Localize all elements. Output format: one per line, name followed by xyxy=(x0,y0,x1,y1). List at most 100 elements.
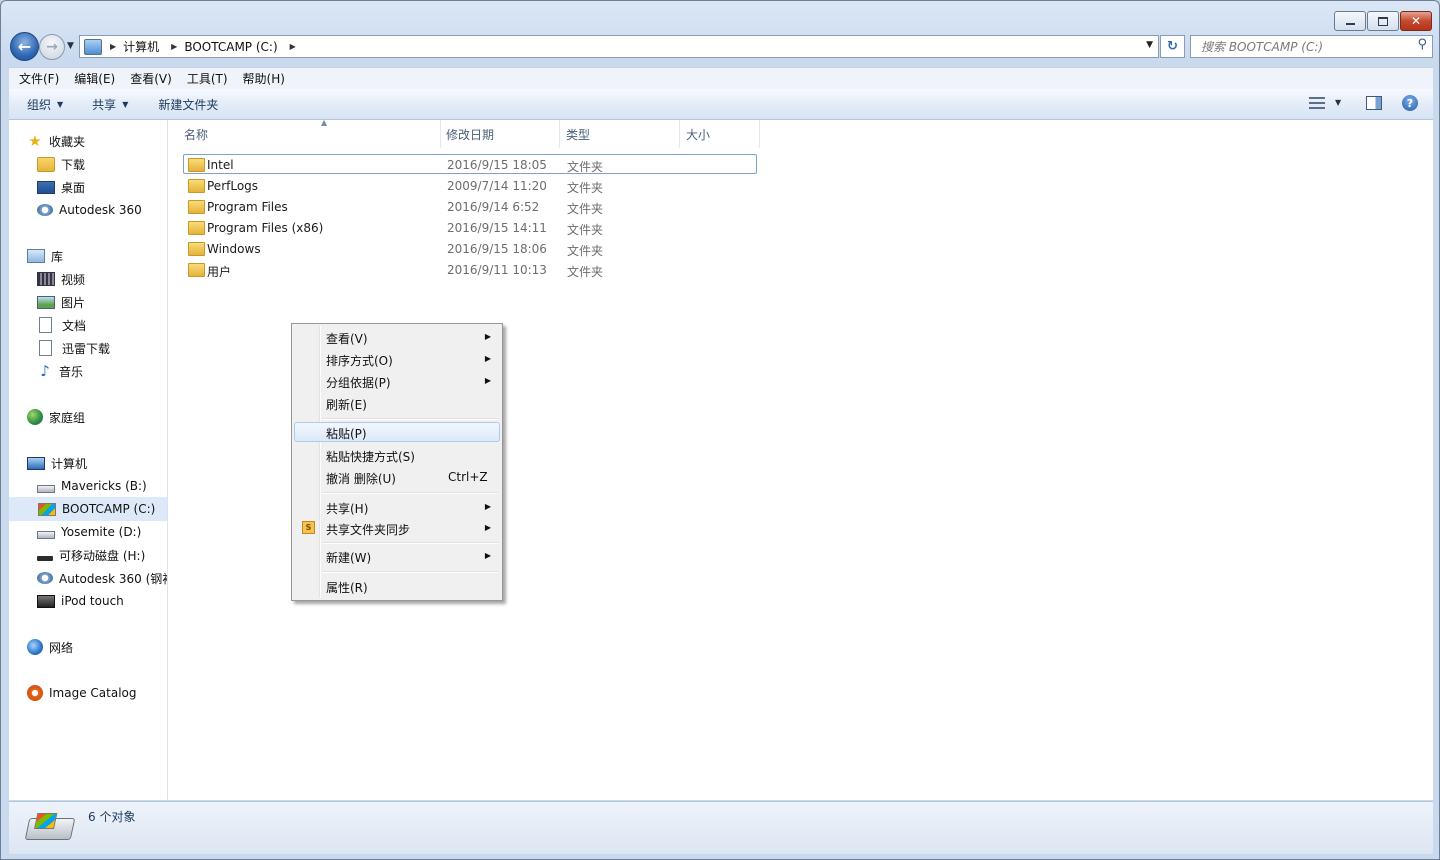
folder-icon xyxy=(188,200,205,214)
table-row[interactable]: PerfLogs 2009/7/14 11:20 文件夹 xyxy=(184,176,756,196)
menu-item-undo-delete[interactable]: 撤消 删除(U) Ctrl+Z xyxy=(294,467,500,487)
close-button[interactable]: ✕ xyxy=(1400,11,1432,31)
minimize-button[interactable] xyxy=(1334,11,1366,31)
sidebar-item-downloads[interactable]: 下载 xyxy=(37,153,85,175)
table-row[interactable]: Windows 2016/9/15 18:06 文件夹 xyxy=(184,239,756,259)
menu-item-group[interactable]: 分组依据(P) ▶ xyxy=(294,371,500,391)
column-header-size[interactable]: 大小 xyxy=(680,120,760,148)
document-icon xyxy=(39,317,52,333)
new-folder-button[interactable]: 新建文件夹 xyxy=(158,96,218,113)
view-options-icon[interactable] xyxy=(1309,97,1325,109)
table-row[interactable]: Intel 2016/9/15 18:05 文件夹 xyxy=(183,154,757,174)
breadcrumb-computer[interactable]: 计算机 xyxy=(123,38,159,55)
submenu-arrow-icon: ▶ xyxy=(484,376,491,385)
close-icon: ✕ xyxy=(1410,14,1422,28)
menu-item-view[interactable]: 查看(V) ▶ xyxy=(294,327,500,347)
sidebar-item-drive-c[interactable]: BOOTCAMP (C:) xyxy=(9,497,167,521)
navigation-pane: ★ 收藏夹 下载 桌面 Autodesk 360 库 视频 图片 文档 迅雷下载 … xyxy=(9,120,168,800)
sidebar-item-autodesk-drive[interactable]: Autodesk 360 (钢衬 xyxy=(37,567,167,589)
menu-file[interactable]: 文件(F) xyxy=(14,70,64,87)
maximize-icon xyxy=(1378,16,1388,26)
sidebar-item-ipod[interactable]: iPod touch xyxy=(37,590,124,612)
drive-icon xyxy=(37,531,55,539)
sidebar-item-image-catalog[interactable]: Image Catalog xyxy=(27,682,136,704)
file-name: PerfLogs xyxy=(207,179,259,193)
sidebar-item-computer[interactable]: 计算机 xyxy=(27,452,87,474)
autodesk-cloud-icon xyxy=(37,204,53,216)
table-row[interactable]: Program Files (x86) 2016/9/15 14:11 文件夹 xyxy=(184,218,756,238)
recent-pages-dropdown[interactable]: ▼ xyxy=(67,41,74,51)
table-row[interactable]: Program Files 2016/9/14 6:52 文件夹 xyxy=(184,197,756,217)
drive-icon xyxy=(37,485,55,493)
menu-item-paste[interactable]: 粘贴(P) xyxy=(294,422,500,442)
menu-item-label: 粘贴(P) xyxy=(326,427,367,441)
search-input[interactable] xyxy=(1199,38,1403,56)
menu-item-properties[interactable]: 属性(R) xyxy=(294,576,500,596)
sidebar-item-desktop[interactable]: 桌面 xyxy=(37,176,85,198)
maximize-button[interactable] xyxy=(1367,11,1399,31)
sidebar-item-drive-b[interactable]: Mavericks (B:) xyxy=(37,475,147,497)
sidebar-item-documents[interactable]: 文档 xyxy=(37,314,86,336)
sort-ascending-icon: ▲ xyxy=(321,118,328,127)
sync-folder-icon: S xyxy=(302,521,315,534)
refresh-button[interactable]: ↻ xyxy=(1160,35,1185,58)
sidebar-item-label: 计算机 xyxy=(51,456,88,471)
table-row[interactable]: 用户 2016/9/11 10:13 文件夹 xyxy=(184,260,756,280)
forward-button[interactable]: → xyxy=(39,34,65,60)
folder-icon xyxy=(188,158,205,172)
chevron-right-icon[interactable]: ▶ xyxy=(110,42,116,51)
menu-view[interactable]: 查看(V) xyxy=(125,70,177,87)
share-button[interactable]: 共享 ▼ xyxy=(92,96,128,113)
help-icon[interactable]: ? xyxy=(1402,95,1418,111)
menu-item-new[interactable]: 新建(W) ▶ xyxy=(294,546,500,566)
sidebar-item-label: BOOTCAMP (C:) xyxy=(62,502,156,516)
menu-edit[interactable]: 编辑(E) xyxy=(69,70,120,87)
sidebar-item-thunder-downloads[interactable]: 迅雷下载 xyxy=(37,337,110,359)
sidebar-item-favorites[interactable]: ★ 收藏夹 xyxy=(27,130,85,152)
file-type: 文件夹 xyxy=(567,244,604,258)
search-box[interactable]: ⚲ xyxy=(1190,35,1433,58)
column-header-name[interactable]: 名称 ▲ xyxy=(184,118,441,148)
desktop-icon xyxy=(37,180,55,194)
sidebar-item-autodesk-360[interactable]: Autodesk 360 xyxy=(37,199,142,221)
breadcrumb-bootcamp[interactable]: BOOTCAMP (C:) xyxy=(184,40,277,54)
sidebar-item-label: 迅雷下载 xyxy=(62,341,111,356)
explorer-window: ✕ ← → ▼ ▶ 计算机 ▶ BOOTCAMP (C:) ▶ ▼ ↻ ⚲ 文件… xyxy=(0,0,1440,860)
back-button[interactable]: ← xyxy=(10,32,39,61)
organize-button[interactable]: 组织 ▼ xyxy=(27,96,63,113)
menu-item-label: 分组依据(P) xyxy=(326,376,391,390)
context-menu: 查看(V) ▶ 排序方式(O) ▶ 分组依据(P) ▶ 刷新(E) 粘贴(P) 粘贴快… xyxy=(291,323,503,601)
sidebar-item-drive-h[interactable]: 可移动磁盘 (H:) xyxy=(37,544,145,566)
menu-bar: 文件(F) 编辑(E) 查看(V) 工具(T) 帮助(H) xyxy=(9,67,1433,89)
sidebar-item-libraries[interactable]: 库 xyxy=(27,245,63,267)
file-date: 2009/7/14 11:20 xyxy=(447,179,547,193)
menu-tools[interactable]: 工具(T) xyxy=(182,70,233,87)
sidebar-item-homegroup[interactable]: 家庭组 xyxy=(27,406,85,428)
search-icon[interactable]: ⚲ xyxy=(1417,37,1427,52)
sidebar-item-label: Image Catalog xyxy=(49,686,137,700)
sidebar-item-music[interactable]: ♪ 音乐 xyxy=(37,360,83,382)
file-type: 文件夹 xyxy=(567,223,604,237)
chevron-right-icon[interactable]: ▶ xyxy=(171,42,177,51)
menu-item-sort[interactable]: 排序方式(O) ▶ xyxy=(294,349,500,369)
address-bar[interactable]: ▶ 计算机 ▶ BOOTCAMP (C:) ▶ ▼ xyxy=(79,35,1159,58)
column-header-date[interactable]: 修改日期 xyxy=(440,120,560,148)
menu-item-share-sync[interactable]: S 共享文件夹同步 ▶ xyxy=(294,518,500,538)
address-dropdown-icon[interactable]: ▼ xyxy=(1146,40,1153,50)
menu-item-paste-shortcut[interactable]: 粘贴快捷方式(S) xyxy=(294,445,500,465)
column-header-type[interactable]: 类型 xyxy=(560,120,680,148)
preview-pane-icon[interactable] xyxy=(1366,96,1382,110)
menu-item-share[interactable]: 共享(H) ▶ xyxy=(294,497,500,517)
sidebar-item-network[interactable]: 网络 xyxy=(27,636,73,658)
menu-item-refresh[interactable]: 刷新(E) xyxy=(294,393,500,413)
sidebar-item-pictures[interactable]: 图片 xyxy=(37,291,85,313)
sidebar-item-videos[interactable]: 视频 xyxy=(37,268,85,290)
file-name: Intel xyxy=(207,158,234,172)
menu-help[interactable]: 帮助(H) xyxy=(238,70,290,87)
sidebar-item-drive-d[interactable]: Yosemite (D:) xyxy=(37,521,141,543)
submenu-arrow-icon: ▶ xyxy=(484,502,491,511)
menu-item-label: 共享文件夹同步 xyxy=(326,523,411,537)
chevron-right-icon[interactable]: ▶ xyxy=(290,42,296,51)
sidebar-item-label: 网络 xyxy=(49,640,74,655)
view-dropdown-icon[interactable]: ▼ xyxy=(1335,98,1341,107)
